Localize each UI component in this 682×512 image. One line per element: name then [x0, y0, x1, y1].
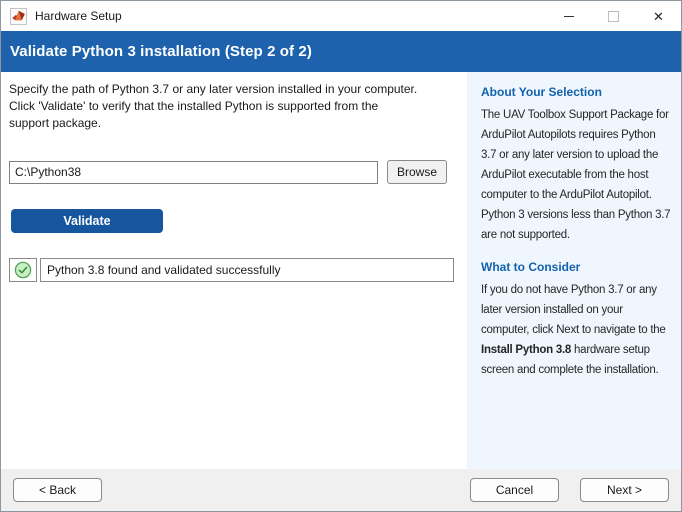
- step-title: Validate Python 3 installation (Step 2 o…: [10, 43, 312, 60]
- hardware-setup-window: Hardware Setup ✕ Validate Python 3 insta…: [0, 0, 682, 512]
- content-area: Specify the path of Python 3.7 or any la…: [1, 72, 681, 469]
- titlebar: Hardware Setup ✕: [1, 1, 681, 31]
- back-button[interactable]: < Back: [13, 478, 102, 502]
- success-check-icon: [14, 261, 32, 279]
- instructions-text: Specify the path of Python 3.7 or any la…: [9, 82, 418, 130]
- close-icon: ✕: [653, 8, 664, 24]
- minimize-icon: [563, 15, 574, 17]
- cancel-button[interactable]: Cancel: [470, 478, 559, 502]
- minimize-button[interactable]: [546, 1, 591, 31]
- next-button[interactable]: Next >: [580, 478, 669, 502]
- sidebar-heading-consider: What to Consider: [481, 260, 581, 274]
- sidebar-text-about: The UAV Toolbox Support Package for Ardu…: [481, 109, 671, 241]
- step-header: Validate Python 3 installation (Step 2 o…: [1, 31, 681, 72]
- consider-text-bold: Install Python 3.8: [481, 344, 572, 356]
- validation-result-row: Python 3.8 found and validated successfu…: [9, 258, 467, 282]
- close-button[interactable]: ✕: [636, 1, 681, 31]
- validation-message: Python 3.8 found and validated successfu…: [40, 258, 454, 282]
- maximize-icon: [608, 10, 619, 22]
- sidebar-heading-about: About Your Selection: [481, 85, 602, 99]
- path-row: Browse: [9, 160, 467, 184]
- matlab-icon: [10, 7, 27, 25]
- python-path-input[interactable]: [9, 160, 378, 184]
- footer-bar: < Back Cancel Next >: [1, 469, 681, 511]
- validate-button[interactable]: Validate: [11, 209, 163, 233]
- browse-button[interactable]: Browse: [387, 160, 447, 184]
- window-controls: ✕: [546, 1, 681, 31]
- sidebar-text-consider: If you do not have Python 3.7 or any lat…: [481, 280, 671, 380]
- window-title: Hardware Setup: [35, 9, 122, 23]
- maximize-button: [591, 1, 636, 31]
- main-pane: Specify the path of Python 3.7 or any la…: [1, 72, 467, 469]
- consider-text-before: If you do not have Python 3.7 or any lat…: [481, 284, 666, 336]
- help-sidebar: About Your Selection The UAV Toolbox Sup…: [467, 72, 681, 469]
- validation-status-box: [9, 258, 37, 282]
